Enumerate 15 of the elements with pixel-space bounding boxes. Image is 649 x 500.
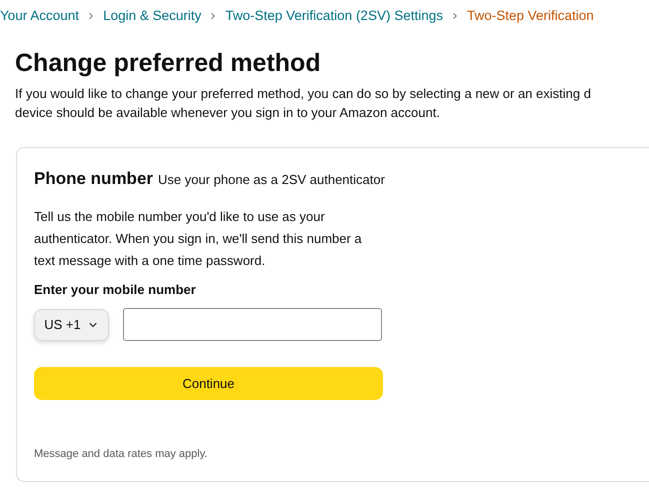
card-subtitle: Use your phone as a 2SV authenticator (158, 171, 385, 190)
breadcrumb-link[interactable]: Your Account (0, 6, 80, 26)
intro-text: device should be available whenever you sign in to your Amazon account. (15, 104, 441, 122)
breadcrumb-link[interactable]: Login & Security (103, 6, 202, 26)
country-code-dropdown[interactable]: US +1 (34, 308, 109, 341)
mobile-number-field[interactable] (123, 308, 382, 342)
breadcrumb-link[interactable]: Two-Step Verification (466, 6, 594, 26)
page-heading: Change preferred method (15, 48, 322, 78)
footnote-text: Message and data rates may apply. (34, 447, 208, 462)
description-text: Tell us the mobile number you'd like to use as your authenticator. When you sign in, we'll send this number a text message with a one time password. (34, 208, 363, 270)
field-label: Enter your mobile number (34, 280, 197, 299)
intro-text: If you would like to change your preferred method, you can do so by selecting a new or an existing d (15, 85, 592, 104)
continue-button[interactable]: Continue (34, 367, 383, 400)
card-title: Phone number (34, 168, 154, 190)
breadcrumb-link[interactable]: Two-Step Verification (2SV) Settings (225, 6, 443, 26)
